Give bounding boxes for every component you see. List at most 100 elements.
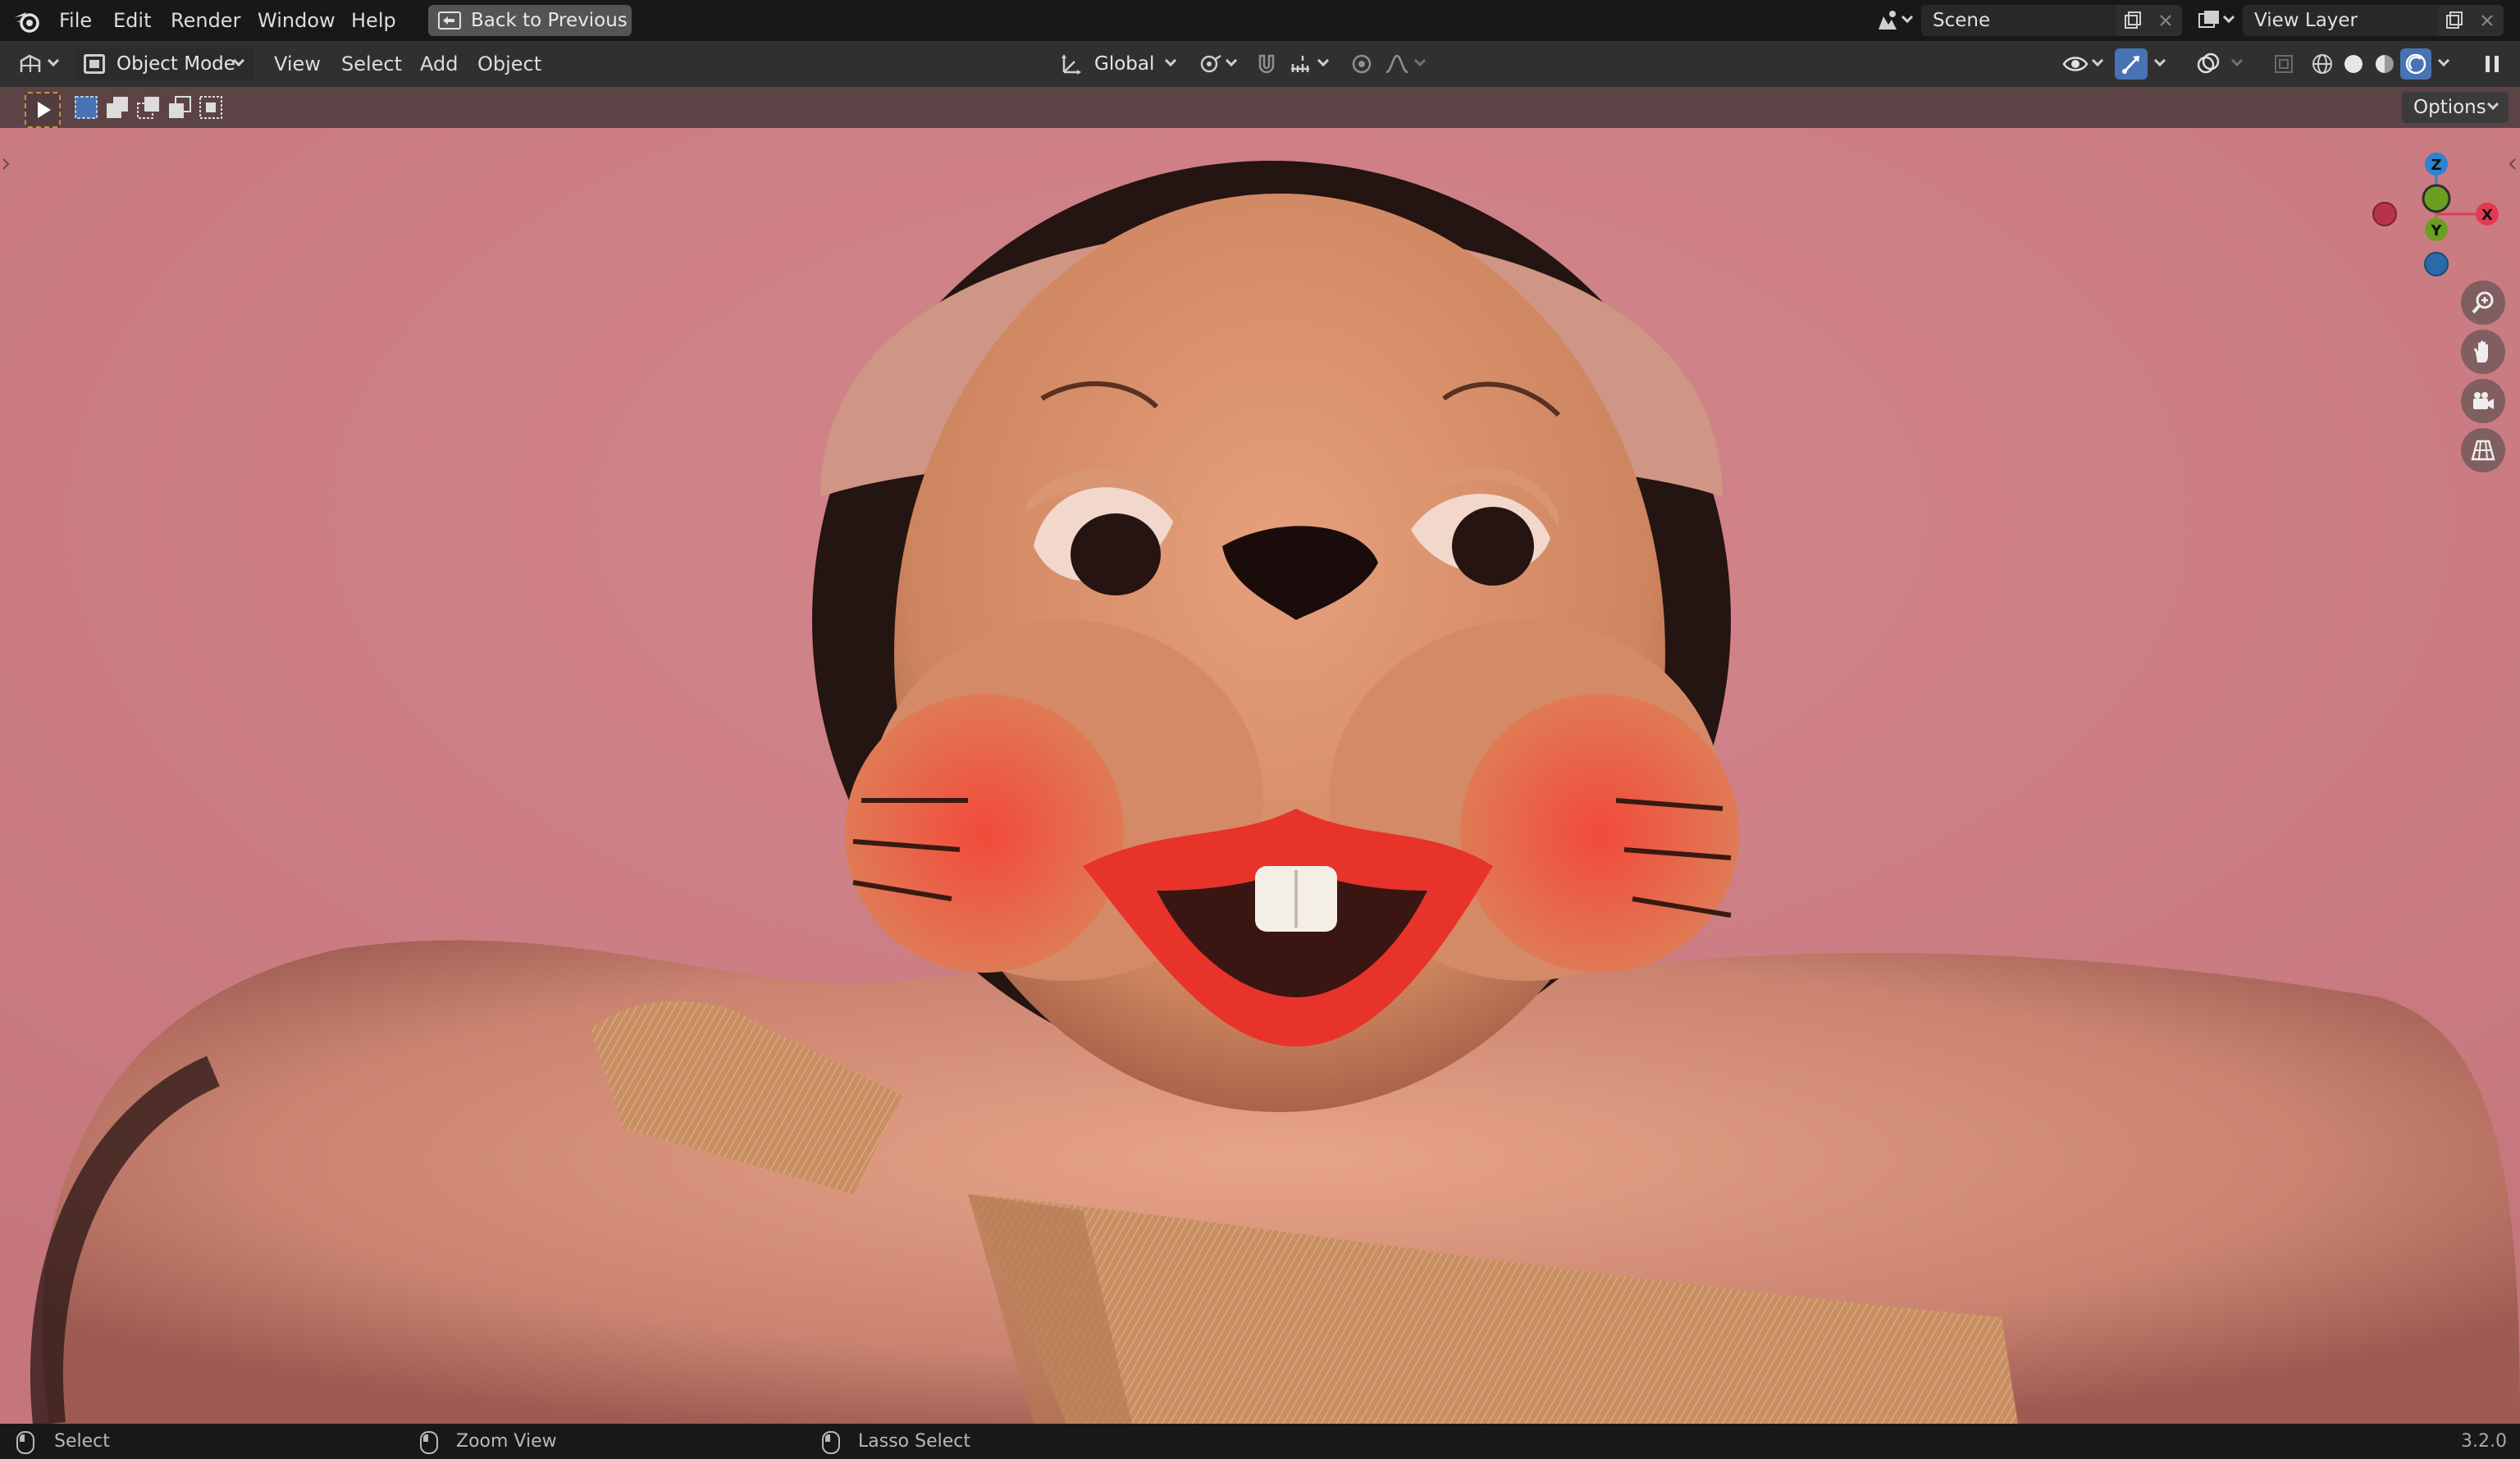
proportional-editing-toggle[interactable] bbox=[1345, 48, 1378, 80]
object-visibility-dropdown[interactable] bbox=[2059, 48, 2108, 80]
overlays-options-dropdown[interactable] bbox=[2226, 48, 2251, 80]
zoom-icon bbox=[2471, 290, 2495, 315]
menu-render[interactable]: Render bbox=[166, 0, 245, 41]
falloff-curve-icon bbox=[1385, 52, 1409, 75]
chevron-down-icon bbox=[1225, 54, 1238, 67]
rendered-sphere-icon bbox=[2404, 52, 2427, 75]
back-arrow-icon bbox=[438, 11, 461, 30]
scene-icon bbox=[1875, 8, 1900, 33]
view-layer-name-field[interactable]: View Layer bbox=[2243, 5, 2438, 36]
select-mode-subtract-icon[interactable] bbox=[136, 95, 161, 120]
menu-view[interactable]: View bbox=[269, 41, 326, 87]
scene-name-field[interactable]: Scene bbox=[1921, 5, 2116, 36]
shading-solid-button[interactable] bbox=[2338, 48, 2369, 80]
mouse-right-icon bbox=[822, 1431, 840, 1454]
toolbar-expand-icon[interactable] bbox=[2, 157, 10, 171]
blender-version: 3.2.0 bbox=[2461, 1431, 2507, 1452]
shading-material-button[interactable] bbox=[2369, 48, 2400, 80]
status-zoom-hint: Zoom View bbox=[456, 1431, 557, 1452]
shading-wireframe-button[interactable] bbox=[2307, 48, 2338, 80]
chevron-down-icon bbox=[1413, 54, 1427, 67]
pan-view-button[interactable] bbox=[2461, 330, 2505, 374]
view-layer-name-label: View Layer bbox=[2254, 10, 2358, 31]
overlays-icon bbox=[2197, 52, 2220, 75]
duplicate-icon bbox=[2124, 11, 2142, 30]
wireframe-sphere-icon bbox=[2311, 52, 2334, 75]
transform-orientation-dropdown[interactable]: Global bbox=[1053, 48, 1185, 80]
delete-scene-button[interactable] bbox=[2149, 5, 2182, 36]
select-mode-invert-icon[interactable] bbox=[167, 95, 192, 120]
perspective-toggle-button[interactable] bbox=[2461, 428, 2505, 472]
select-mode-intersect-icon[interactable] bbox=[199, 95, 223, 120]
select-box-tool-icon[interactable] bbox=[25, 92, 61, 128]
snap-increment-icon bbox=[1288, 52, 1312, 75]
gizmo-icon bbox=[2120, 52, 2143, 75]
orientation-axes-icon bbox=[1060, 52, 1083, 75]
status-bar: Select Zoom View Lasso Select 3.2.0 bbox=[0, 1424, 2520, 1459]
scene-selector: Scene bbox=[1870, 5, 2187, 36]
sidebar-expand-icon[interactable] bbox=[2509, 157, 2517, 171]
transform-orientation-label: Global bbox=[1094, 53, 1155, 75]
blender-logo-icon[interactable] bbox=[13, 7, 41, 34]
object-mode-label: Object Mode bbox=[116, 53, 235, 75]
viewport-header: Object Mode View Select Add Object Globa… bbox=[0, 41, 2520, 87]
proportional-edit-icon bbox=[1350, 52, 1373, 75]
mouse-middle-icon bbox=[420, 1431, 438, 1454]
gizmo-y-label: Y bbox=[2430, 222, 2442, 239]
delete-view-layer-button[interactable] bbox=[2471, 5, 2504, 36]
menu-add[interactable]: Add bbox=[415, 41, 463, 87]
chevron-down-icon bbox=[2222, 11, 2235, 24]
zoom-view-button[interactable] bbox=[2461, 280, 2505, 325]
camera-view-button[interactable] bbox=[2461, 379, 2505, 423]
menu-object[interactable]: Object bbox=[472, 41, 546, 87]
new-scene-button[interactable] bbox=[2116, 5, 2149, 36]
options-dropdown[interactable]: Options bbox=[2402, 92, 2509, 123]
snap-toggle[interactable] bbox=[1250, 48, 1283, 80]
menu-file[interactable]: File bbox=[54, 0, 97, 41]
chevron-down-icon bbox=[2437, 54, 2450, 67]
chevron-down-icon bbox=[1901, 11, 1914, 24]
scene-name-label: Scene bbox=[1933, 10, 1991, 31]
object-mode-dropdown[interactable]: Object Mode bbox=[75, 48, 254, 80]
overlays-toggle[interactable] bbox=[2192, 48, 2225, 80]
gizmo-x-label: X bbox=[2481, 207, 2493, 224]
magnet-icon bbox=[1255, 52, 1278, 75]
chevron-down-icon bbox=[47, 54, 60, 67]
options-label: Options bbox=[2413, 97, 2486, 118]
snap-target-dropdown[interactable] bbox=[1285, 48, 1334, 80]
select-mode-extend-icon[interactable] bbox=[105, 95, 130, 120]
pause-render-button[interactable] bbox=[2476, 48, 2509, 80]
chevron-down-icon bbox=[2153, 54, 2166, 67]
gizmo-z-label: Z bbox=[2431, 157, 2441, 174]
status-lasso-hint: Lasso Select bbox=[858, 1431, 970, 1452]
back-to-previous-label: Back to Previous bbox=[471, 10, 628, 31]
scene-browse-button[interactable] bbox=[1870, 5, 1920, 36]
gizmo-toggle[interactable] bbox=[2115, 48, 2148, 80]
status-select-hint: Select bbox=[54, 1431, 110, 1452]
editor-type-button[interactable] bbox=[11, 48, 66, 80]
shading-rendered-button[interactable] bbox=[2400, 48, 2431, 80]
xray-toggle[interactable] bbox=[2267, 48, 2300, 80]
navigation-gizmo[interactable]: Z Y X bbox=[2362, 144, 2518, 284]
menu-edit[interactable]: Edit bbox=[108, 0, 156, 41]
close-icon bbox=[2159, 14, 2172, 27]
rendered-plush-toy-scene bbox=[0, 128, 2520, 1424]
chevron-down-icon bbox=[2230, 54, 2244, 67]
select-mode-new-icon[interactable] bbox=[74, 95, 98, 120]
top-bar: File Edit Render Window Help Back to Pre… bbox=[0, 0, 2520, 41]
duplicate-icon bbox=[2445, 11, 2463, 30]
proportional-falloff-dropdown[interactable] bbox=[1381, 48, 1431, 80]
grid-icon bbox=[2471, 438, 2495, 463]
shading-options-dropdown[interactable] bbox=[2433, 48, 2458, 80]
close-icon bbox=[2481, 14, 2494, 27]
pivot-point-dropdown[interactable] bbox=[1194, 48, 1244, 80]
view-layer-browse-button[interactable] bbox=[2192, 5, 2241, 36]
pause-icon bbox=[2484, 55, 2500, 73]
new-view-layer-button[interactable] bbox=[2438, 5, 2471, 36]
3d-viewport[interactable]: Z Y X bbox=[0, 128, 2520, 1424]
menu-help[interactable]: Help bbox=[346, 0, 401, 41]
back-to-previous-button[interactable]: Back to Previous bbox=[428, 5, 632, 36]
menu-window[interactable]: Window bbox=[253, 0, 340, 41]
gizmo-options-dropdown[interactable] bbox=[2149, 48, 2174, 80]
menu-select[interactable]: Select bbox=[336, 41, 407, 87]
